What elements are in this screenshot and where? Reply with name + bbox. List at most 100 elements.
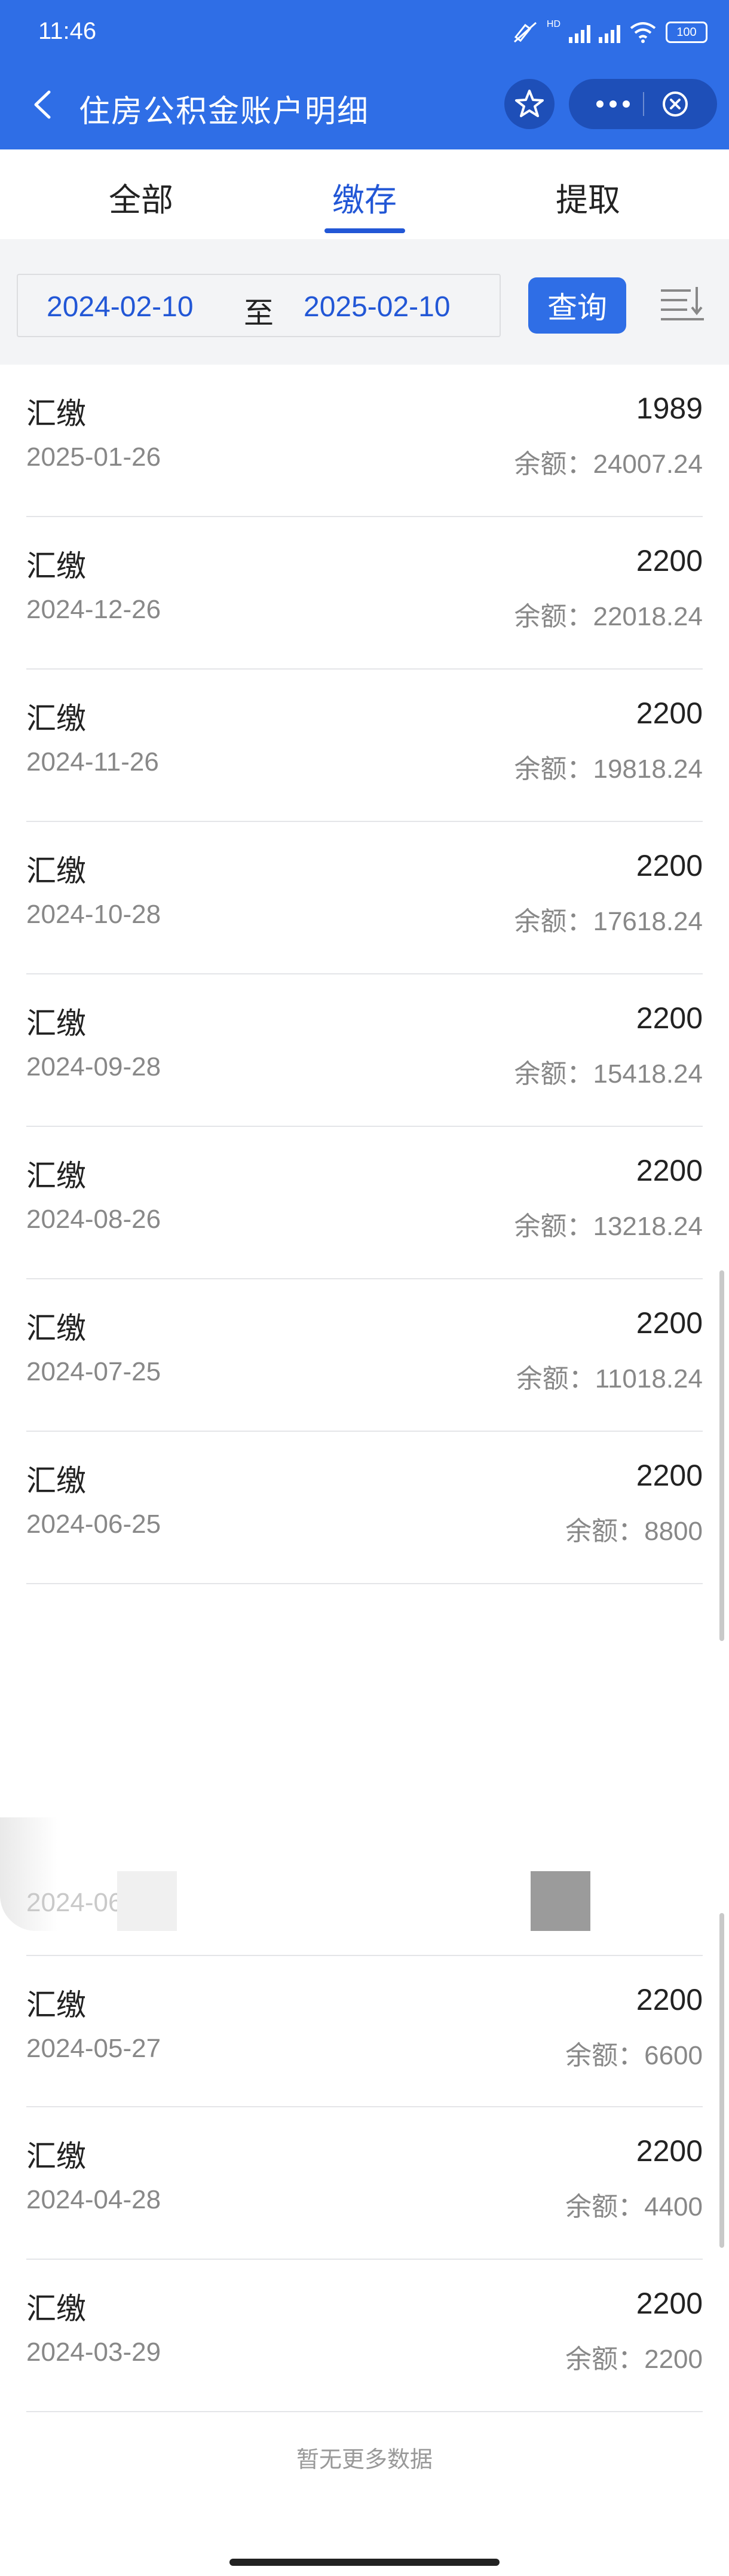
artifact-block — [117, 1871, 177, 1931]
filter-bar: 2024-02-10 至 2025-02-10 查询 — [0, 239, 729, 365]
scrollbar[interactable] — [719, 1270, 724, 1641]
record-date: 2024-12-26 — [26, 595, 161, 624]
more-dots-icon[interactable] — [589, 92, 637, 116]
record-date: 2024-05-27 — [26, 2034, 161, 2063]
record-date: 2024-07-25 — [26, 1357, 161, 1386]
list-item[interactable]: 汇缴 2024-11-26 2200 余额：19818.24 — [26, 670, 703, 822]
list-item[interactable]: 汇缴 2024-08-26 2200 余额：13218.24 — [26, 1127, 703, 1279]
record-balance: 余额：15418.24 — [514, 1052, 703, 1090]
record-type: 汇缴 — [26, 2139, 86, 2174]
query-button[interactable]: 查询 — [528, 277, 626, 334]
record-type: 汇缴 — [26, 1311, 86, 1346]
list-item[interactable]: 汇缴 2024-12-26 2200 余额：22018.24 — [26, 517, 703, 670]
record-balance: 余额：6600 — [565, 2034, 703, 2072]
record-type: 汇缴 — [26, 2291, 86, 2326]
record-date: 2024-06-25 — [26, 1509, 161, 1539]
record-balance: 余额：19818.24 — [514, 747, 703, 786]
star-icon — [515, 90, 544, 117]
list-item[interactable]: 汇缴 2024-10-28 2200 余额：17618.24 — [26, 822, 703, 974]
record-amount: 2200 — [636, 696, 703, 730]
hd-badge: HD — [546, 19, 560, 29]
scrollbar[interactable] — [719, 1913, 724, 2248]
app-header: 11:46 HD 100 住房公积金账户明细 — [0, 0, 729, 149]
list-item[interactable]: 汇缴 2024-06-25 2200 余额：8800 — [26, 1432, 703, 1584]
record-date: 2024-10-28 — [26, 900, 161, 929]
home-indicator[interactable] — [229, 2559, 500, 2566]
list-item[interactable]: 汇缴 2024-03-29 2200 余额：2200 — [26, 2260, 703, 2412]
balance-value: 19818.24 — [593, 754, 703, 784]
record-balance: 余额：13218.24 — [514, 1205, 703, 1243]
record-balance: 余额：4400 — [565, 2185, 703, 2223]
record-balance: 余额：11018.24 — [516, 1357, 703, 1395]
record-type: 汇缴 — [26, 854, 86, 888]
miniapp-capsule — [569, 79, 717, 129]
balance-value: 6600 — [644, 2041, 703, 2070]
list-item[interactable]: 汇缴 2024-04-28 2200 余额：4400 — [26, 2107, 703, 2260]
balance-value: 8800 — [644, 1517, 703, 1546]
record-amount: 1989 — [636, 392, 703, 425]
balance-label: 余额： — [565, 1516, 645, 1547]
balance-label: 余额： — [514, 1059, 593, 1089]
page-title: 住房公积金账户明细 — [79, 94, 370, 130]
artifact-block — [531, 1871, 590, 1931]
balance-label: 余额： — [565, 2040, 645, 2071]
status-time: 11:46 — [38, 18, 97, 44]
record-type: 汇缴 — [26, 1006, 86, 1041]
balance-label: 余额： — [514, 449, 593, 479]
list-item[interactable]: 汇缴 2024-07-25 2200 余额：11018.24 — [26, 1279, 703, 1432]
record-type: 汇缴 — [26, 1159, 86, 1193]
record-date: 2024-04-28 — [26, 2185, 161, 2214]
sort-icon[interactable] — [657, 281, 707, 331]
capsule-divider — [643, 92, 644, 116]
record-amount: 2200 — [636, 1306, 703, 1340]
start-date[interactable]: 2024-02-10 — [47, 291, 194, 323]
tab-withdraw[interactable]: 提取 — [556, 173, 620, 221]
list-item[interactable]: 汇缴 2024-09-28 2200 余额：15418.24 — [26, 974, 703, 1127]
record-date: 2024-03-29 — [26, 2337, 161, 2367]
close-circle-icon[interactable] — [661, 90, 690, 118]
record-amount: 2200 — [636, 1001, 703, 1035]
record-balance: 余额：24007.24 — [514, 442, 703, 481]
record-date: 2025-01-26 — [26, 442, 161, 472]
balance-label: 余额： — [516, 1364, 595, 1394]
artifact-shadow — [0, 1817, 57, 1931]
record-amount: 2200 — [636, 544, 703, 577]
balance-value: 15418.24 — [593, 1059, 703, 1089]
record-type: 汇缴 — [26, 1463, 86, 1498]
battery-icon: 100 — [666, 22, 707, 43]
balance-value: 11018.24 — [595, 1364, 703, 1394]
balance-label: 余额： — [565, 2192, 645, 2222]
list-item[interactable]: 汇缴 2024-05-27 2200 余额：6600 — [26, 1955, 703, 2107]
record-amount: 2200 — [636, 1983, 703, 2016]
record-date: 2024-11-26 — [26, 747, 159, 777]
balance-value: 22018.24 — [593, 602, 703, 631]
record-type: 汇缴 — [26, 1988, 86, 2022]
wifi-icon — [630, 22, 656, 43]
end-date[interactable]: 2025-02-10 — [304, 291, 451, 323]
record-amount: 2200 — [636, 849, 703, 882]
list-item[interactable]: 汇缴 2025-01-26 1989 余额：24007.24 — [26, 365, 703, 517]
balance-value: 4400 — [644, 2192, 703, 2221]
record-balance: 余额：2200 — [565, 2337, 703, 2376]
record-date: 2024-09-28 — [26, 1052, 161, 1081]
favorite-button[interactable] — [504, 79, 555, 129]
tab-all[interactable]: 全部 — [109, 173, 173, 221]
date-separator: 至 — [244, 296, 274, 331]
no-more-data-text: 暂无更多数据 — [296, 2446, 433, 2473]
chevron-left-icon[interactable] — [24, 85, 63, 124]
record-amount: 2200 — [636, 2287, 703, 2320]
date-range-picker[interactable]: 2024-02-10 至 2025-02-10 — [17, 274, 501, 337]
record-amount: 2200 — [636, 1459, 703, 1492]
balance-label: 余额： — [514, 601, 593, 632]
balance-label: 余额： — [514, 1211, 593, 1242]
mute-icon — [513, 22, 537, 43]
record-amount: 2200 — [636, 2134, 703, 2168]
record-balance: 余额：17618.24 — [514, 900, 703, 938]
tab-deposit[interactable]: 缴存 — [332, 173, 397, 221]
signal-icon — [569, 22, 590, 43]
title-bar: 住房公积金账户明细 — [0, 60, 729, 149]
signal-2-icon — [599, 22, 620, 43]
balance-value: 2200 — [644, 2345, 703, 2374]
tab-bar: 全部 缴存 提取 — [0, 149, 729, 239]
status-bar: 11:46 HD 100 — [0, 0, 729, 60]
